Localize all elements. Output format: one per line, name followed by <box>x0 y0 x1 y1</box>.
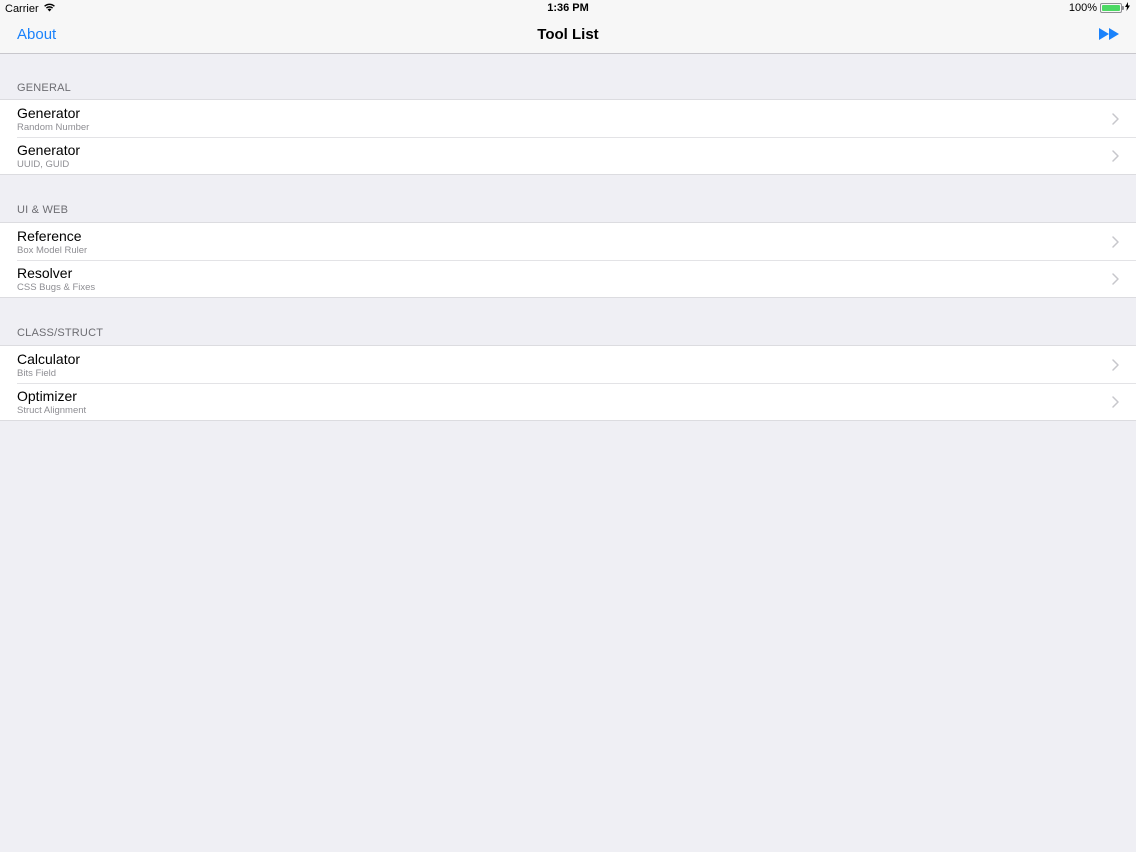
section-header: UI & WEB <box>17 204 69 216</box>
page-title: Tool List <box>537 26 599 43</box>
list-item[interactable]: Calculator Bits Field <box>0 346 1136 383</box>
list-item-subtitle: Random Number <box>17 122 90 133</box>
chevron-right-icon <box>1112 112 1119 130</box>
list-item[interactable]: Generator UUID, GUID <box>0 137 1136 174</box>
chevron-right-icon <box>1112 149 1119 167</box>
list-item[interactable]: Reference Box Model Ruler <box>0 223 1136 260</box>
list-item-title: Generator <box>17 142 81 158</box>
fast-forward-button[interactable] <box>1099 27 1120 46</box>
navigation-bar: About Tool List <box>0 17 1136 54</box>
charging-bolt-icon <box>1125 2 1130 14</box>
list-item-subtitle: Box Model Ruler <box>17 245 88 256</box>
chevron-right-icon <box>1112 235 1119 253</box>
list-item-subtitle: CSS Bugs & Fixes <box>17 282 96 293</box>
list-item-title: Reference <box>17 228 82 244</box>
battery-icon <box>1100 3 1124 13</box>
list-item[interactable]: Optimizer Struct Alignment <box>0 383 1136 420</box>
status-right: 100% <box>1069 2 1130 14</box>
section-group: Calculator Bits Field Optimizer Struct Alig… <box>0 345 1136 421</box>
list-item-subtitle: Bits Field <box>17 368 57 379</box>
chevron-right-icon <box>1112 272 1119 290</box>
list-item-title: Resolver <box>17 265 73 281</box>
list-item-title: Calculator <box>17 351 81 367</box>
status-bar: Carrier 1:36 PM 100% <box>0 0 1136 17</box>
chevron-right-icon <box>1112 395 1119 413</box>
list-item-title: Optimizer <box>17 388 77 404</box>
list-item-subtitle: Struct Alignment <box>17 405 87 416</box>
battery-percent: 100% <box>1068 2 1097 14</box>
list-item-subtitle: UUID, GUID <box>17 159 70 170</box>
section-header: CLASS/STRUCT <box>17 327 104 339</box>
section-group: Reference Box Model Ruler Resolver CSS Bugs… <box>0 222 1136 298</box>
section-group: Generator Random Number Generator UUID, GUI… <box>0 99 1136 175</box>
tool-list: GENERAL Generator Random Number Generator UU… <box>0 54 1136 421</box>
list-item-title: Generator <box>17 105 81 121</box>
fast-forward-icon <box>1099 28 1120 45</box>
list-item[interactable]: Resolver CSS Bugs & Fixes <box>0 260 1136 297</box>
status-time: 1:36 PM <box>547 2 589 14</box>
list-item[interactable]: Generator Random Number <box>0 100 1136 137</box>
section-header: GENERAL <box>17 82 71 94</box>
chevron-right-icon <box>1112 358 1119 376</box>
